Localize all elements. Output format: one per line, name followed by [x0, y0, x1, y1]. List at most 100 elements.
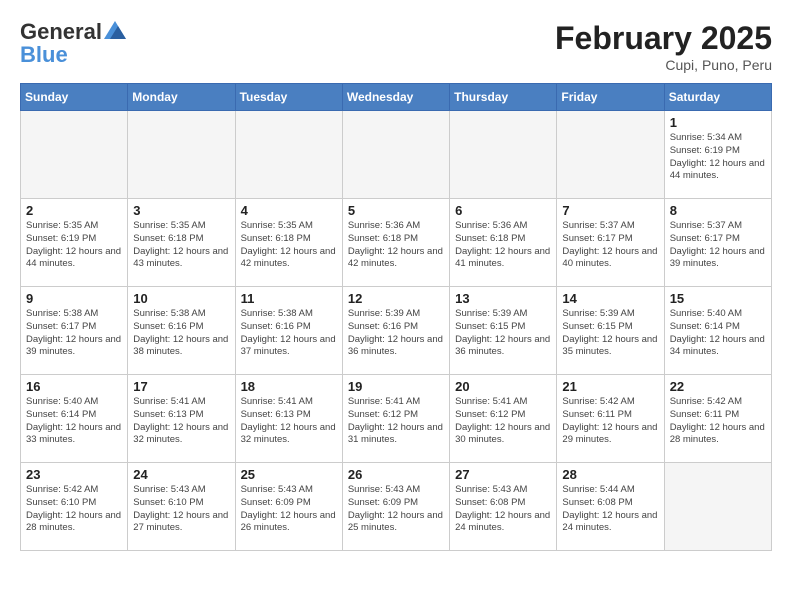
table-row — [557, 111, 664, 199]
month-title: February 2025 — [555, 20, 772, 57]
table-row: 3Sunrise: 5:35 AM Sunset: 6:18 PM Daylig… — [128, 199, 235, 287]
day-info: Sunrise: 5:41 AM Sunset: 6:12 PM Dayligh… — [348, 396, 444, 447]
table-row: 2Sunrise: 5:35 AM Sunset: 6:19 PM Daylig… — [21, 199, 128, 287]
header-monday: Monday — [128, 84, 235, 111]
day-info: Sunrise: 5:37 AM Sunset: 6:17 PM Dayligh… — [562, 220, 658, 271]
title-block: February 2025 Cupi, Puno, Peru — [555, 20, 772, 73]
day-info: Sunrise: 5:38 AM Sunset: 6:16 PM Dayligh… — [241, 308, 337, 359]
day-number: 16 — [26, 379, 122, 394]
logo-blue: Blue — [20, 44, 128, 66]
table-row: 19 Sunrise: 5:41 AM Sunset: 6:12 PM Dayli… — [342, 375, 449, 463]
day-info: Sunrise: 5:41 AM Sunset: 6:12 PM Dayligh… — [455, 396, 551, 447]
table-row: 12 Sunrise: 5:39 AM Sunset: 6:16 PM Dayli… — [342, 287, 449, 375]
day-info: Sunrise: 5:43 AM Sunset: 6:09 PM Dayligh… — [241, 484, 337, 535]
table-row: 23 Sunrise: 5:42 AM Sunset: 6:10 PM Dayli… — [21, 463, 128, 551]
day-info: Sunrise: 5:37 AM Sunset: 6:17 PM Dayligh… — [670, 220, 766, 271]
day-info: Sunrise: 5:39 AM Sunset: 6:15 PM Dayligh… — [455, 308, 551, 359]
table-row — [450, 111, 557, 199]
header-saturday: Saturday — [664, 84, 771, 111]
table-row: 1Sunrise: 5:34 AM Sunset: 6:19 PM Daylig… — [664, 111, 771, 199]
day-info: Sunrise: 5:41 AM Sunset: 6:13 PM Dayligh… — [133, 396, 229, 447]
table-row: 15 Sunrise: 5:40 AM Sunset: 6:14 PM Dayli… — [664, 287, 771, 375]
table-row — [21, 111, 128, 199]
day-number: 23 — [26, 467, 122, 482]
table-row: 27Sunrise: 5:43 AM Sunset: 6:08 PM Dayli… — [450, 463, 557, 551]
day-number: 7 — [562, 203, 658, 218]
day-number: 22 — [670, 379, 766, 394]
calendar-header: Sunday Monday Tuesday Wednesday Thursday… — [21, 84, 772, 111]
day-info: Sunrise: 5:35 AM Sunset: 6:19 PM Dayligh… — [26, 220, 122, 271]
table-row: 22 Sunrise: 5:42 AM Sunset: 6:11 PM Dayli… — [664, 375, 771, 463]
day-info: Sunrise: 5:35 AM Sunset: 6:18 PM Dayligh… — [133, 220, 229, 271]
table-row — [128, 111, 235, 199]
table-row — [235, 111, 342, 199]
table-row — [342, 111, 449, 199]
day-info: Sunrise: 5:38 AM Sunset: 6:16 PM Dayligh… — [133, 308, 229, 359]
day-number: 6 — [455, 203, 551, 218]
day-number: 10 — [133, 291, 229, 306]
day-info: Sunrise: 5:42 AM Sunset: 6:11 PM Dayligh… — [670, 396, 766, 447]
day-number: 24 — [133, 467, 229, 482]
day-number: 1 — [670, 115, 766, 130]
calendar-table: Sunday Monday Tuesday Wednesday Thursday… — [20, 83, 772, 551]
day-number: 20 — [455, 379, 551, 394]
day-number: 15 — [670, 291, 766, 306]
header-wednesday: Wednesday — [342, 84, 449, 111]
table-row: 16 Sunrise: 5:40 AM Sunset: 6:14 PM Dayli… — [21, 375, 128, 463]
header-sunday: Sunday — [21, 84, 128, 111]
table-row: 8 Sunrise: 5:37 AM Sunset: 6:17 PM Daylig… — [664, 199, 771, 287]
table-row: 7 Sunrise: 5:37 AM Sunset: 6:17 PM Daylig… — [557, 199, 664, 287]
day-number: 12 — [348, 291, 444, 306]
table-row: 18Sunrise: 5:41 AM Sunset: 6:13 PM Dayli… — [235, 375, 342, 463]
day-info: Sunrise: 5:39 AM Sunset: 6:15 PM Dayligh… — [562, 308, 658, 359]
table-row: 5 Sunrise: 5:36 AM Sunset: 6:18 PM Daylig… — [342, 199, 449, 287]
day-info: Sunrise: 5:43 AM Sunset: 6:09 PM Dayligh… — [348, 484, 444, 535]
logo-general: General — [20, 20, 102, 44]
day-number: 18 — [241, 379, 337, 394]
day-number: 14 — [562, 291, 658, 306]
day-info: Sunrise: 5:42 AM Sunset: 6:11 PM Dayligh… — [562, 396, 658, 447]
day-info: Sunrise: 5:40 AM Sunset: 6:14 PM Dayligh… — [670, 308, 766, 359]
day-info: Sunrise: 5:40 AM Sunset: 6:14 PM Dayligh… — [26, 396, 122, 447]
day-info: Sunrise: 5:39 AM Sunset: 6:16 PM Dayligh… — [348, 308, 444, 359]
day-number: 4 — [241, 203, 337, 218]
day-number: 5 — [348, 203, 444, 218]
table-row: 10 Sunrise: 5:38 AM Sunset: 6:16 PM Dayli… — [128, 287, 235, 375]
header-tuesday: Tuesday — [235, 84, 342, 111]
day-info: Sunrise: 5:38 AM Sunset: 6:17 PM Dayligh… — [26, 308, 122, 359]
table-row: 28 Sunrise: 5:44 AM Sunset: 6:08 PM Dayli… — [557, 463, 664, 551]
day-number: 9 — [26, 291, 122, 306]
day-number: 21 — [562, 379, 658, 394]
table-row: 21 Sunrise: 5:42 AM Sunset: 6:11 PM Dayli… — [557, 375, 664, 463]
day-info: Sunrise: 5:35 AM Sunset: 6:18 PM Dayligh… — [241, 220, 337, 271]
day-number: 13 — [455, 291, 551, 306]
header-friday: Friday — [557, 84, 664, 111]
table-row: 14 Sunrise: 5:39 AM Sunset: 6:15 PM Dayli… — [557, 287, 664, 375]
day-info: Sunrise: 5:36 AM Sunset: 6:18 PM Dayligh… — [348, 220, 444, 271]
location: Cupi, Puno, Peru — [555, 57, 772, 73]
table-row: 4 Sunrise: 5:35 AM Sunset: 6:18 PM Daylig… — [235, 199, 342, 287]
calendar-body: 1Sunrise: 5:34 AM Sunset: 6:19 PM Daylig… — [21, 111, 772, 551]
day-info: Sunrise: 5:36 AM Sunset: 6:18 PM Dayligh… — [455, 220, 551, 271]
day-number: 8 — [670, 203, 766, 218]
logo-icon — [104, 21, 126, 39]
table-row: 13 Sunrise: 5:39 AM Sunset: 6:15 PM Dayli… — [450, 287, 557, 375]
table-row: 24 Sunrise: 5:43 AM Sunset: 6:10 PM Dayli… — [128, 463, 235, 551]
day-info: Sunrise: 5:43 AM Sunset: 6:10 PM Dayligh… — [133, 484, 229, 535]
day-number: 19 — [348, 379, 444, 394]
day-number: 26 — [348, 467, 444, 482]
table-row: 6 Sunrise: 5:36 AM Sunset: 6:18 PM Daylig… — [450, 199, 557, 287]
day-number: 17 — [133, 379, 229, 394]
table-row: 20 Sunrise: 5:41 AM Sunset: 6:12 PM Dayli… — [450, 375, 557, 463]
day-info: Sunrise: 5:42 AM Sunset: 6:10 PM Dayligh… — [26, 484, 122, 535]
logo: General Blue — [20, 20, 128, 66]
page-header: General Blue February 2025 Cupi, Puno, P… — [20, 20, 772, 73]
day-info: Sunrise: 5:44 AM Sunset: 6:08 PM Dayligh… — [562, 484, 658, 535]
day-number: 28 — [562, 467, 658, 482]
day-number: 27 — [455, 467, 551, 482]
day-number: 11 — [241, 291, 337, 306]
table-row: 17 Sunrise: 5:41 AM Sunset: 6:13 PM Dayli… — [128, 375, 235, 463]
table-row: 11 Sunrise: 5:38 AM Sunset: 6:16 PM Dayli… — [235, 287, 342, 375]
table-row: 26 Sunrise: 5:43 AM Sunset: 6:09 PM Dayli… — [342, 463, 449, 551]
day-number: 25 — [241, 467, 337, 482]
